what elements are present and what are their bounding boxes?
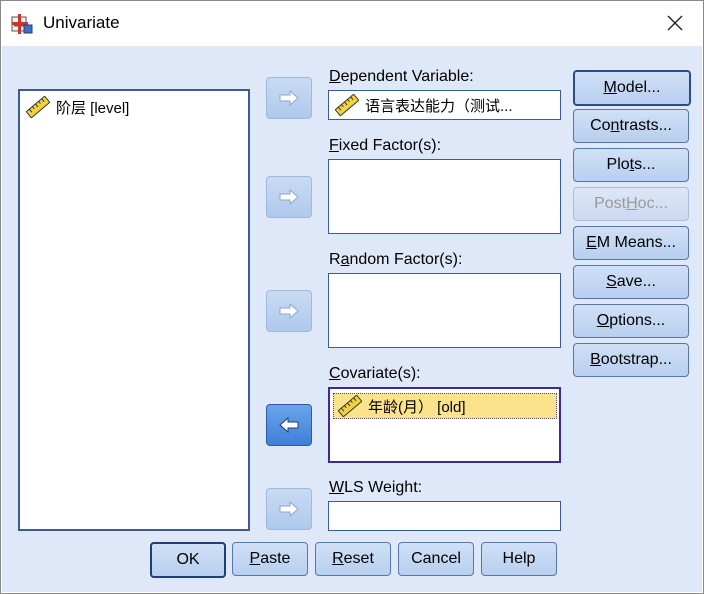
reset-button[interactable]: Reset <box>315 542 391 576</box>
move-to-random-button[interactable] <box>266 290 312 332</box>
covariate-item-label: 年龄(月） [old] <box>368 398 466 416</box>
move-to-fixed-button[interactable] <box>266 176 312 218</box>
source-variable-list[interactable]: 阶层 [level] <box>18 89 250 531</box>
paste-button[interactable]: Paste <box>232 542 308 576</box>
ok-button[interactable]: OK <box>150 542 226 578</box>
wls-weight-label: WLS Weight: <box>329 479 423 496</box>
cancel-button[interactable]: Cancel <box>398 542 474 576</box>
dependent-variable-field[interactable]: 语言表达能力（测试... <box>328 90 561 120</box>
help-button[interactable]: Help <box>481 542 557 576</box>
bootstrap-button[interactable]: Bootstrap... <box>573 343 689 377</box>
random-factors-label: Random Factor(s): <box>329 251 463 268</box>
window-title: Univariate <box>43 13 120 32</box>
covariates-list[interactable]: 年龄(月） [old] <box>328 387 561 463</box>
list-item[interactable]: 阶层 [level] <box>26 96 129 118</box>
random-factors-list[interactable] <box>328 273 561 348</box>
dependent-variable-label: Dependent Variable: <box>329 68 474 85</box>
plots-button[interactable]: Plo t s... <box>573 148 689 182</box>
arrow-right-icon <box>279 90 299 106</box>
dependent-variable-value: 语言表达能力（测试... <box>365 97 513 115</box>
model-button[interactable]: Model... <box>573 70 691 106</box>
options-button[interactable]: Options... <box>573 304 689 338</box>
arrow-right-icon <box>279 501 299 517</box>
covariates-label: Covariate(s): <box>329 365 421 382</box>
ruler-icon <box>338 395 362 417</box>
dialog-body: 阶层 [level] Dependent Variable: 语言表达能力（测试… <box>2 46 702 592</box>
ruler-icon <box>26 96 50 118</box>
wls-weight-field[interactable] <box>328 501 561 531</box>
title-bar: Univariate <box>1 1 703 45</box>
move-from-covariates-button[interactable] <box>266 404 312 446</box>
fixed-factors-label: Fixed Factor(s): <box>329 137 442 154</box>
move-to-wls-button[interactable] <box>266 488 312 530</box>
move-to-dependent-button[interactable] <box>266 77 312 119</box>
list-item[interactable]: 年龄(月） [old] <box>333 393 557 419</box>
arrow-right-icon <box>279 189 299 205</box>
dependent-variable-item[interactable]: 语言表达能力（测试... <box>335 94 513 116</box>
contrasts-button[interactable]: Co n trasts... <box>573 109 689 143</box>
post-hoc-button[interactable]: Post Hoc... <box>573 187 689 221</box>
close-button[interactable] <box>653 5 697 41</box>
save-button[interactable]: Save... <box>573 265 689 299</box>
em-means-button[interactable]: EM Means... <box>573 226 689 260</box>
fixed-factors-list[interactable] <box>328 159 561 234</box>
univariate-dialog: Univariate 阶层 [level] Dependent Variable… <box>0 0 704 594</box>
arrow-left-icon <box>279 417 299 433</box>
list-item-label: 阶层 [level] <box>56 99 130 117</box>
arrow-right-icon <box>279 303 299 319</box>
spss-dialog-icon <box>11 14 33 34</box>
ruler-icon <box>335 94 359 116</box>
covariate-item: 年龄(月） [old] <box>338 395 466 417</box>
close-icon <box>667 15 683 31</box>
